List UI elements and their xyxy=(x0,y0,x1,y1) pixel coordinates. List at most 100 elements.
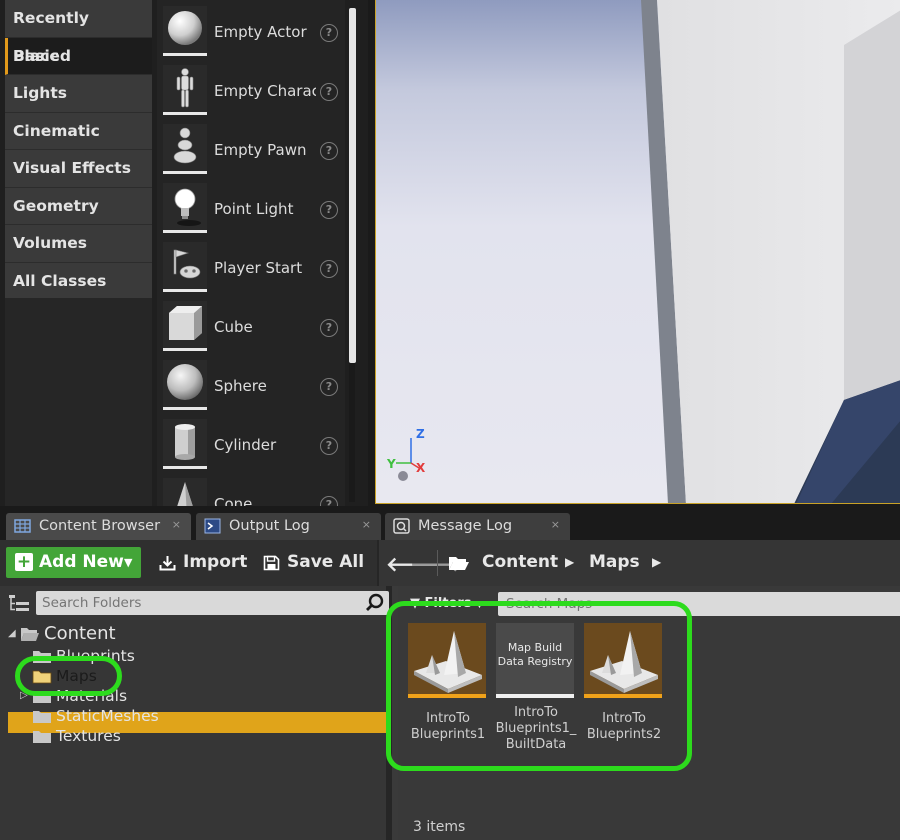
category-list: Recently Placed Basic Lights Cinematic V… xyxy=(5,0,152,300)
player-start-icon xyxy=(163,242,207,292)
import-label: Import xyxy=(183,552,248,572)
actor-label: Cube xyxy=(214,318,253,336)
plus-icon: + xyxy=(15,552,33,572)
actor-item-cube[interactable]: Cube ? xyxy=(157,298,345,357)
output-log-icon xyxy=(204,518,221,534)
actor-item-point-light[interactable]: Point Light ? xyxy=(157,180,345,239)
help-icon[interactable]: ? xyxy=(320,201,338,219)
category-visual-effects[interactable]: Visual Effects xyxy=(5,150,152,188)
tab-bar: Content Browser × Output Log × Message L… xyxy=(0,508,900,540)
search-folders-field[interactable] xyxy=(36,591,389,615)
cylinder-icon xyxy=(163,419,207,469)
help-icon[interactable]: ? xyxy=(320,437,338,455)
lightbulb-icon xyxy=(163,183,207,233)
tab-message-log[interactable]: Message Log × xyxy=(385,513,570,540)
breadcrumb-chevron-icon[interactable]: ▶ xyxy=(565,555,574,569)
actor-label: Empty Actor xyxy=(214,23,307,41)
axis-x-label: X xyxy=(416,461,426,475)
actor-item-cylinder[interactable]: Cylinder ? xyxy=(157,416,345,475)
folder-label: StaticMeshes xyxy=(56,707,159,725)
help-icon[interactable]: ? xyxy=(320,24,338,42)
category-basic[interactable]: Basic xyxy=(5,37,152,75)
breadcrumb-maps[interactable]: Maps xyxy=(589,552,640,572)
tab-label: Output Log xyxy=(229,518,310,534)
tab-content-browser[interactable]: Content Browser × xyxy=(6,513,191,540)
sphere-icon xyxy=(163,360,207,410)
viewport-scene xyxy=(376,0,900,503)
save-all-button[interactable]: Save All xyxy=(263,547,364,578)
expand-arrow-icon[interactable]: ◢ xyxy=(8,628,16,639)
actor-list: Empty Actor ? Empty Character ? Empty Pa… xyxy=(157,0,345,506)
search-icon[interactable] xyxy=(365,593,385,613)
category-volumes[interactable]: Volumes xyxy=(5,225,152,263)
category-recently-placed[interactable]: Recently Placed xyxy=(5,0,152,65)
actor-label: Sphere xyxy=(214,377,267,395)
import-icon xyxy=(159,556,176,571)
folder-tree-panel: ◢ Content Blueprints Maps ▷ Materials St… xyxy=(0,586,392,840)
asset-view: ▼ Filters ▼ IntroTo Blueprints1 Map Buil… xyxy=(386,586,900,840)
actor-item-empty-pawn[interactable]: Empty Pawn ? xyxy=(157,121,345,180)
actor-label: Cone xyxy=(214,495,253,506)
sphere-icon xyxy=(163,6,207,56)
help-icon[interactable]: ? xyxy=(320,142,338,160)
folder-icon xyxy=(33,711,51,723)
assets-highlight-ring xyxy=(386,601,692,771)
category-cinematic[interactable]: Cinematic xyxy=(5,112,152,150)
sources-toggle-icon[interactable] xyxy=(8,594,30,612)
close-icon[interactable]: × xyxy=(551,518,560,531)
help-icon[interactable]: ? xyxy=(320,83,338,101)
folder-label: Content xyxy=(44,623,116,644)
actor-item-player-start[interactable]: Player Start ? xyxy=(157,239,345,298)
actor-label: Point Light xyxy=(214,200,294,218)
cone-icon xyxy=(163,478,207,506)
help-icon[interactable]: ? xyxy=(320,378,338,396)
folder-icon xyxy=(33,731,51,743)
tab-output-log[interactable]: Output Log × xyxy=(196,513,381,540)
close-icon[interactable]: × xyxy=(362,518,371,531)
path-bar: 🡐 🡒 Content ▶ Maps ▶ xyxy=(377,540,900,586)
folder-label: Textures xyxy=(56,727,121,745)
save-all-label: Save All xyxy=(287,552,365,572)
folder-open-icon xyxy=(449,557,469,570)
actor-item-empty-character[interactable]: Empty Character ? xyxy=(157,62,345,121)
mannequin-icon xyxy=(163,65,207,115)
tab-label: Message Log xyxy=(418,518,513,534)
actor-label: Empty Pawn xyxy=(214,141,307,159)
category-list-empty-area xyxy=(5,298,152,506)
actor-label: Cylinder xyxy=(214,436,277,454)
actor-item-sphere[interactable]: Sphere ? xyxy=(157,357,345,416)
content-browser: + Add New ▼ Import Save All 🡐 🡒 Content … xyxy=(0,540,900,840)
pawn-icon xyxy=(163,124,207,174)
chevron-down-icon: ▼ xyxy=(124,556,133,569)
breadcrumb-content[interactable]: Content xyxy=(482,552,558,572)
actor-list-scrollbar[interactable] xyxy=(349,8,356,363)
message-log-icon xyxy=(393,518,410,534)
add-new-label: Add New xyxy=(39,552,124,572)
actor-item-cone[interactable]: Cone ? xyxy=(157,475,345,506)
path-divider xyxy=(437,550,438,576)
help-icon[interactable]: ? xyxy=(320,260,338,278)
category-lights[interactable]: Lights xyxy=(5,75,152,113)
tab-label: Content Browser xyxy=(39,518,161,534)
actor-item-empty-actor[interactable]: Empty Actor ? xyxy=(157,3,345,62)
add-new-button[interactable]: + Add New ▼ xyxy=(6,547,141,578)
search-folders-input[interactable] xyxy=(42,594,362,612)
axis-y-label: Y xyxy=(387,457,396,471)
actor-label: Empty Character xyxy=(214,82,316,100)
place-actors-panel: Recently Placed Basic Lights Cinematic V… xyxy=(0,0,368,506)
import-button[interactable]: Import xyxy=(159,547,247,578)
folder-open-icon xyxy=(21,628,39,641)
level-viewport[interactable]: Z Y X xyxy=(375,0,900,504)
cube-icon xyxy=(163,301,207,351)
item-count: 3 items xyxy=(413,819,466,835)
breadcrumb-chevron-icon[interactable]: ▶ xyxy=(652,555,661,569)
help-icon[interactable]: ? xyxy=(320,319,338,337)
close-icon[interactable]: × xyxy=(172,518,181,531)
category-geometry[interactable]: Geometry xyxy=(5,187,152,225)
actor-label: Player Start xyxy=(214,259,303,277)
content-browser-toolbar: + Add New ▼ Import Save All 🡐 🡒 Content … xyxy=(0,540,900,586)
help-icon[interactable]: ? xyxy=(320,496,338,506)
content-browser-icon xyxy=(14,519,31,533)
category-all-classes[interactable]: All Classes xyxy=(5,262,152,300)
save-icon xyxy=(263,555,280,571)
